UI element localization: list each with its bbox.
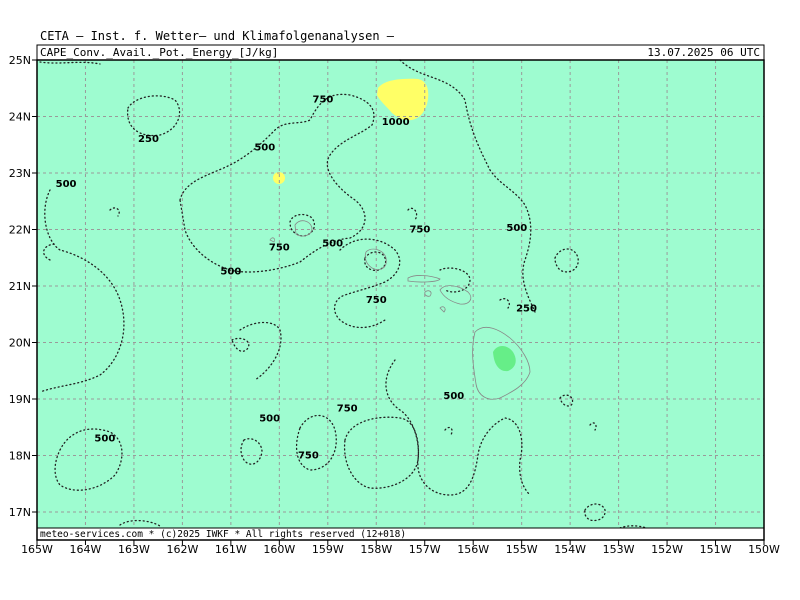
y-tick-label: 21N xyxy=(9,280,31,293)
contour-label: 750 xyxy=(337,403,358,414)
contour-label: 250 xyxy=(138,134,159,145)
y-tick-label: 20N xyxy=(9,337,31,350)
x-tick-label: 151W xyxy=(700,543,732,556)
contour-label: 500 xyxy=(506,223,527,234)
contour-label: 500 xyxy=(322,238,343,249)
x-tick-label: 157W xyxy=(409,543,441,556)
y-tick-label: 25N xyxy=(9,54,31,67)
contour-label: 1000 xyxy=(382,117,410,128)
y-tick-label: 23N xyxy=(9,167,31,180)
x-tick-label: 159W xyxy=(312,543,344,556)
contour-label: 500 xyxy=(259,414,280,425)
y-tick-label: 19N xyxy=(9,393,31,406)
x-tick-label: 165W xyxy=(21,543,53,556)
x-tick-label: 164W xyxy=(70,543,102,556)
x-tick-label: 160W xyxy=(263,543,295,556)
x-tick-label: 154W xyxy=(554,543,586,556)
contour-label: 750 xyxy=(313,94,334,105)
contour-label: 750 xyxy=(366,295,387,306)
y-axis: 25N 24N 23N 22N 21N 20N 19N 18N 17N xyxy=(9,54,37,519)
y-tick-label: 22N xyxy=(9,224,31,237)
contour-label: 250 xyxy=(516,303,537,314)
x-tick-label: 163W xyxy=(118,543,150,556)
credit-label: meteo-services.com * (c)2025 IWKF * All … xyxy=(40,529,406,540)
y-tick-label: 24N xyxy=(9,111,31,124)
contour-label: 500 xyxy=(56,179,77,190)
contour-label: 500 xyxy=(443,391,464,402)
map-area xyxy=(37,60,764,528)
contour-label: 750 xyxy=(298,450,319,461)
y-tick-label: 17N xyxy=(9,506,31,519)
x-tick-label: 153W xyxy=(603,543,635,556)
x-tick-label: 156W xyxy=(457,543,489,556)
contour-label: 500 xyxy=(94,433,115,444)
contour-label: 750 xyxy=(409,224,430,235)
x-tick-label: 161W xyxy=(215,543,247,556)
contour-label: 500 xyxy=(220,267,241,278)
parameter-label: CAPE_Conv._Avail._Pot._Energy_[J/kg] xyxy=(40,46,278,59)
x-tick-label: 158W xyxy=(360,543,392,556)
map-chart: CAPE_Conv._Avail._Pot._Energy_[J/kg] 13.… xyxy=(9,44,780,556)
datetime-label: 13.07.2025 06 UTC xyxy=(647,46,760,59)
y-tick-label: 18N xyxy=(9,450,31,463)
x-tick-label: 155W xyxy=(506,543,538,556)
x-tick-label: 162W xyxy=(166,543,198,556)
x-tick-label: 152W xyxy=(651,543,683,556)
contour-label: 500 xyxy=(254,142,275,153)
x-axis: 165W 164W 163W 162W 161W 160W 159W 158W 157W 156W… xyxy=(21,540,780,556)
contour-label: 750 xyxy=(269,242,290,253)
x-tick-label: 150W xyxy=(748,543,780,556)
